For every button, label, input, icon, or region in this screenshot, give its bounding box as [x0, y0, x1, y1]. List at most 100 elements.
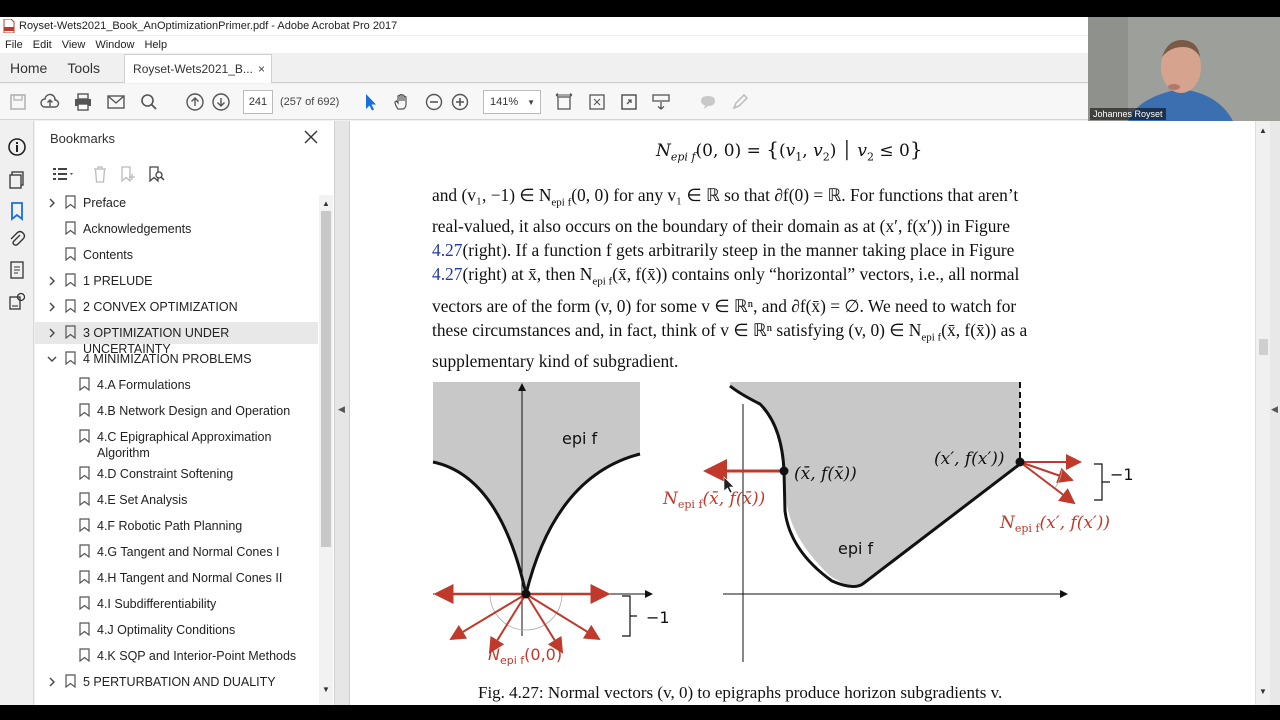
left-minus-one-label: −1: [646, 608, 670, 627]
email-icon[interactable]: [106, 92, 126, 112]
expand-chevron-icon[interactable]: [47, 302, 57, 312]
menu-help[interactable]: Help: [144, 39, 167, 51]
scroll-up-icon[interactable]: ▲: [1259, 126, 1267, 135]
right-collapsed-pane[interactable]: ◀: [1270, 121, 1280, 705]
right-brace: [1094, 463, 1110, 501]
right-epigraph-region: [730, 382, 1020, 588]
bookmarks-scrollbar[interactable]: ▲ ▼: [319, 195, 333, 705]
upload-cloud-icon[interactable]: [40, 92, 60, 112]
bookmark-item[interactable]: Acknowledgements: [65, 221, 305, 237]
pdf-file-icon: [3, 19, 15, 33]
menu-edit[interactable]: Edit: [33, 39, 52, 51]
figure-link[interactable]: 4.27: [432, 264, 462, 284]
zoom-select[interactable]: 141% ▼: [483, 90, 541, 114]
bookmark-label: 5 PERTURBATION AND DUALITY: [83, 675, 276, 689]
search-icon[interactable]: [139, 92, 159, 112]
bookmark-item[interactable]: 4 MINIMIZATION PROBLEMS: [65, 351, 305, 367]
collapse-panel-icon[interactable]: ◀: [338, 404, 345, 415]
previous-page-icon[interactable]: [185, 92, 205, 112]
bookmarks-scroll-thumb[interactable]: [321, 211, 331, 547]
zoom-in-icon[interactable]: [450, 92, 470, 112]
bookmark-item[interactable]: 5 PERTURBATION AND DUALITY: [65, 674, 305, 690]
bookmark-icon: [79, 596, 90, 610]
collapse-chevron-icon[interactable]: [47, 354, 57, 364]
expand-chevron-icon[interactable]: [47, 276, 57, 286]
document-scroll-thumb[interactable]: [1259, 339, 1268, 355]
fit-page-icon[interactable]: [587, 92, 607, 112]
highlight-pen-icon[interactable]: [730, 92, 750, 112]
bookmark-icon: [79, 648, 90, 662]
fit-width-icon[interactable]: [554, 92, 574, 112]
document-scrollbar[interactable]: ▲ ▼: [1255, 121, 1270, 705]
bookmark-item[interactable]: 4.E Set Analysis: [79, 492, 305, 508]
tab-document[interactable]: Royset-Wets2021_B... ×: [124, 54, 273, 83]
figure-link[interactable]: 4.27: [432, 240, 462, 260]
window-title: Royset-Wets2021_Book_AnOptimizationPrime…: [19, 20, 398, 32]
bookmarks-icon[interactable]: [7, 201, 27, 221]
bookmark-item[interactable]: 4.H Tangent and Normal Cones II: [79, 570, 305, 586]
expand-chevron-icon[interactable]: [47, 677, 57, 687]
top-black-bar: [0, 0, 1280, 17]
signatures-icon[interactable]: [7, 291, 27, 311]
expand-pane-icon[interactable]: ◀: [1271, 404, 1278, 415]
bookmark-item[interactable]: 4.F Robotic Path Planning: [79, 518, 305, 534]
full-screen-icon[interactable]: [619, 92, 639, 112]
webcam-video: [1088, 17, 1280, 121]
bookmark-item[interactable]: 4.J Optimality Conditions: [79, 622, 305, 638]
bookmark-item[interactable]: 4.I Subdifferentiability: [79, 596, 305, 612]
next-page-icon[interactable]: [211, 92, 231, 112]
zoom-value: 141%: [490, 96, 519, 108]
tab-home[interactable]: Home: [0, 53, 57, 82]
bookmark-item[interactable]: 2 CONVEX OPTIMIZATION: [65, 299, 305, 315]
menu-view[interactable]: View: [62, 39, 86, 51]
expand-chevron-icon[interactable]: [47, 198, 57, 208]
menu-file[interactable]: File: [5, 39, 23, 51]
right-panel: −1 (x̄, f(x̄)) (x′, f(x′)) epi f Nepi f(…: [662, 382, 1134, 662]
bookmark-item[interactable]: 4.G Tangent and Normal Cones I: [79, 544, 305, 560]
bookmark-item[interactable]: 4.D Constraint Softening: [79, 466, 305, 482]
menu-window[interactable]: Window: [95, 39, 134, 51]
bookmark-item[interactable]: 4.K SQP and Interior-Point Methods: [79, 648, 305, 664]
tab-close-icon[interactable]: ×: [258, 62, 265, 76]
hand-tool-icon[interactable]: [392, 92, 412, 112]
page-number-input[interactable]: 241: [243, 90, 273, 114]
panel-splitter[interactable]: ◀: [335, 121, 349, 705]
scroll-mode-icon[interactable]: [651, 92, 671, 112]
tab-tools[interactable]: Tools: [57, 53, 110, 82]
bookmark-item[interactable]: Contents: [65, 247, 305, 263]
figure-caption: Fig. 4.27: Normal vectors (v, 0) to epig…: [478, 683, 1003, 702]
left-normal-vector: [525, 593, 601, 641]
bookmark-label: 4.G Tangent and Normal Cones I: [97, 545, 280, 559]
scroll-down-icon[interactable]: ▼: [322, 685, 330, 694]
select-cursor-icon[interactable]: [360, 92, 380, 112]
bookmark-item[interactable]: Preface: [65, 195, 305, 211]
comment-icon[interactable]: [698, 92, 718, 112]
expand-chevron-icon[interactable]: [47, 328, 57, 338]
bookmark-item[interactable]: 4.C Epigraphical Approximation Algorithm: [79, 429, 305, 461]
scroll-up-icon[interactable]: ▲: [322, 199, 330, 208]
document-icon[interactable]: [7, 260, 27, 280]
bookmark-item[interactable]: 4.A Formulations: [79, 377, 305, 393]
print-icon[interactable]: [73, 92, 93, 112]
bookmark-item[interactable]: 1 PRELUDE: [65, 273, 305, 289]
options-menu-icon[interactable]: [52, 165, 76, 183]
bookmark-icon: [79, 466, 90, 480]
bookmark-label: 1 PRELUDE: [83, 274, 153, 288]
right-epi-label: epi f: [838, 539, 874, 558]
bookmark-item[interactable]: 4.B Network Design and Operation: [79, 403, 305, 419]
new-bookmark-icon[interactable]: [119, 165, 137, 183]
delete-bookmark-icon[interactable]: [92, 165, 108, 183]
close-icon[interactable]: [303, 129, 319, 145]
paragraph-line-5: vectors are of the form (v, 0) for some …: [432, 295, 1017, 316]
page-thumbnails-icon[interactable]: [7, 170, 27, 190]
bookmark-label: 4.E Set Analysis: [97, 493, 188, 507]
scroll-down-icon[interactable]: ▼: [1259, 687, 1267, 696]
find-bookmark-icon[interactable]: [147, 165, 165, 183]
bookmark-label: 2 CONVEX OPTIMIZATION: [83, 300, 238, 314]
save-icon[interactable]: [8, 92, 28, 112]
zoom-out-icon[interactable]: [424, 92, 444, 112]
info-icon[interactable]: [7, 137, 27, 157]
figure-4-27: −1 epi f Nepi f(0,0) −1 (x̄, f(x̄)) (x′,…: [432, 382, 1134, 667]
attachments-icon[interactable]: [7, 229, 27, 249]
title-bar: Royset-Wets2021_Book_AnOptimizationPrime…: [0, 17, 1090, 35]
